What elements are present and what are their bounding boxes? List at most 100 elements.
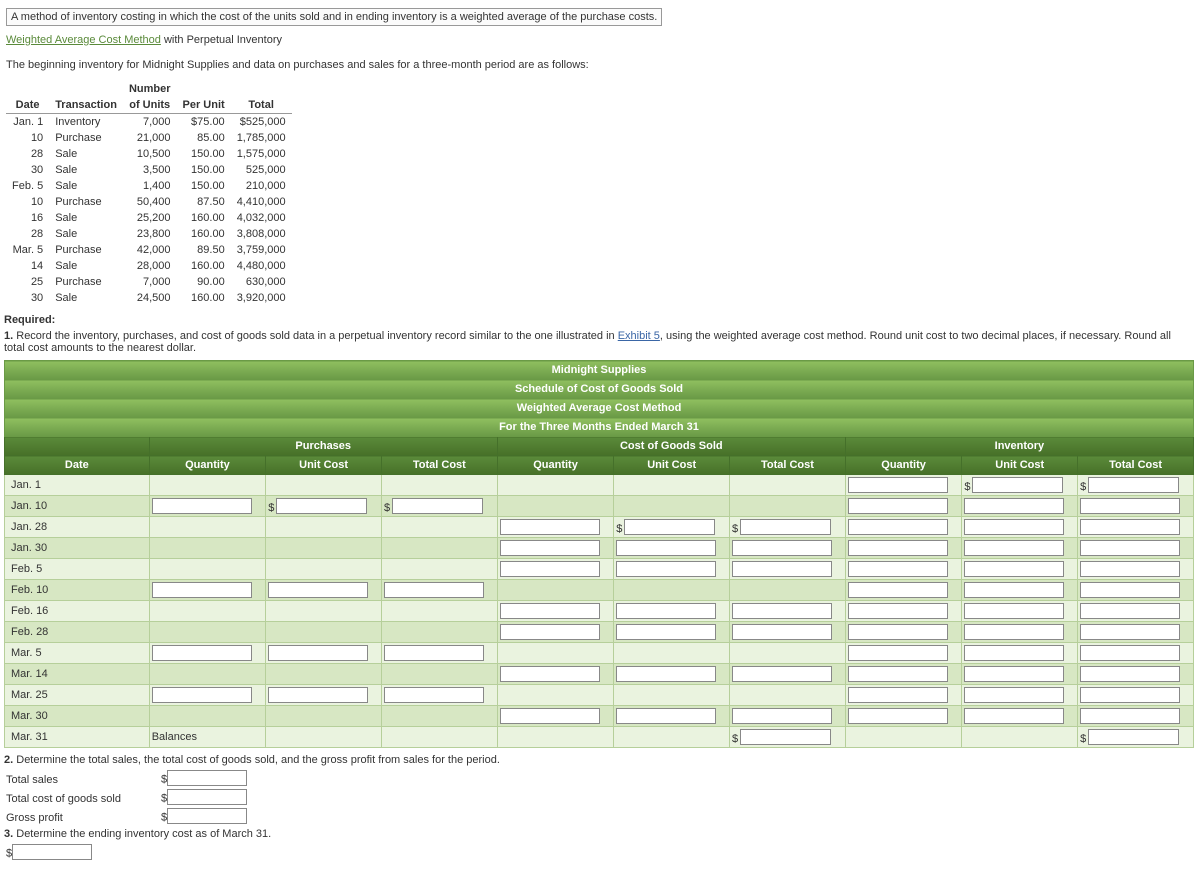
dt-date: Mar. 5 bbox=[6, 242, 49, 258]
sched-input[interactable] bbox=[1088, 729, 1179, 745]
sched-input[interactable] bbox=[848, 624, 948, 640]
sched-input[interactable] bbox=[616, 561, 716, 577]
weighted-avg-link[interactable]: Weighted Average Cost Method bbox=[6, 34, 161, 46]
sched-input[interactable] bbox=[848, 603, 948, 619]
sched-input[interactable] bbox=[1080, 603, 1180, 619]
sched-input[interactable] bbox=[848, 540, 948, 556]
sched-input[interactable] bbox=[964, 687, 1064, 703]
sched-input[interactable] bbox=[972, 477, 1063, 493]
dt-units: 28,000 bbox=[123, 258, 177, 274]
sched-input[interactable] bbox=[848, 519, 948, 535]
sched-cell: $ bbox=[962, 475, 1078, 496]
sched-input[interactable] bbox=[964, 561, 1064, 577]
sched-input[interactable] bbox=[964, 540, 1064, 556]
sched-input[interactable] bbox=[732, 708, 832, 724]
sched-input[interactable] bbox=[964, 519, 1064, 535]
sched-input[interactable] bbox=[268, 582, 368, 598]
sched-input[interactable] bbox=[500, 708, 600, 724]
total-sales-input[interactable] bbox=[167, 770, 247, 786]
dt-total: 1,785,000 bbox=[231, 130, 292, 146]
sched-input[interactable] bbox=[740, 519, 831, 535]
sched-input[interactable] bbox=[500, 603, 600, 619]
dt-trans: Purchase bbox=[49, 194, 123, 210]
sched-input[interactable] bbox=[1080, 687, 1180, 703]
sched-input[interactable] bbox=[152, 645, 252, 661]
ending-inventory-input[interactable] bbox=[12, 844, 92, 860]
sched-input[interactable] bbox=[1088, 477, 1179, 493]
sched-input[interactable] bbox=[1080, 645, 1180, 661]
sched-input[interactable] bbox=[384, 645, 484, 661]
sched-input[interactable] bbox=[848, 477, 948, 493]
sched-input[interactable] bbox=[1080, 540, 1180, 556]
sched-input[interactable] bbox=[500, 519, 600, 535]
sched-input[interactable] bbox=[964, 582, 1064, 598]
sched-input[interactable] bbox=[1080, 624, 1180, 640]
dollar-icon: $ bbox=[732, 523, 740, 535]
dt-trans: Inventory bbox=[49, 114, 123, 131]
sched-input[interactable] bbox=[848, 687, 948, 703]
sched-input[interactable] bbox=[616, 624, 716, 640]
sched-cell bbox=[962, 496, 1078, 517]
sched-input[interactable] bbox=[500, 540, 600, 556]
sched-input[interactable] bbox=[848, 498, 948, 514]
sched-cell: Balances bbox=[149, 727, 266, 748]
sched-input[interactable] bbox=[152, 582, 252, 598]
sched-input[interactable] bbox=[964, 603, 1064, 619]
sched-cell bbox=[1078, 580, 1194, 601]
sched-input[interactable] bbox=[500, 666, 600, 682]
sched-input[interactable] bbox=[616, 540, 716, 556]
q3-text: Determine the ending inventory cost as o… bbox=[13, 828, 271, 840]
sched-input[interactable] bbox=[384, 687, 484, 703]
sched-input[interactable] bbox=[152, 687, 252, 703]
sched-input[interactable] bbox=[500, 624, 600, 640]
dt-trans: Sale bbox=[49, 146, 123, 162]
sched-input[interactable] bbox=[616, 708, 716, 724]
sched-cell bbox=[614, 727, 730, 748]
sched-input[interactable] bbox=[152, 498, 252, 514]
sched-input[interactable] bbox=[848, 561, 948, 577]
sched-input[interactable] bbox=[268, 645, 368, 661]
sched-cell bbox=[845, 706, 962, 727]
sched-input[interactable] bbox=[964, 624, 1064, 640]
sched-input[interactable] bbox=[1080, 561, 1180, 577]
q2-text: Determine the total sales, the total cos… bbox=[13, 754, 500, 766]
sched-input[interactable] bbox=[740, 729, 831, 745]
sched-input[interactable] bbox=[848, 645, 948, 661]
sched-input[interactable] bbox=[276, 498, 367, 514]
sched-cell bbox=[962, 706, 1078, 727]
sched-input[interactable] bbox=[732, 561, 832, 577]
exhibit-link[interactable]: Exhibit 5 bbox=[618, 330, 660, 342]
sched-input[interactable] bbox=[1080, 582, 1180, 598]
sched-cell bbox=[614, 622, 730, 643]
sched-cell bbox=[614, 601, 730, 622]
sched-input[interactable] bbox=[964, 708, 1064, 724]
sched-input[interactable] bbox=[616, 603, 716, 619]
sched-input[interactable] bbox=[624, 519, 715, 535]
total-cogs-input[interactable] bbox=[167, 789, 247, 805]
sched-date: Jan. 30 bbox=[5, 538, 150, 559]
sched-input[interactable] bbox=[616, 666, 716, 682]
sched-input[interactable] bbox=[848, 582, 948, 598]
sched-input[interactable] bbox=[848, 708, 948, 724]
sched-input[interactable] bbox=[964, 666, 1064, 682]
sched-input[interactable] bbox=[500, 561, 600, 577]
sched-input[interactable] bbox=[732, 666, 832, 682]
sched-input[interactable] bbox=[964, 498, 1064, 514]
sched-input[interactable] bbox=[732, 624, 832, 640]
sched-input[interactable] bbox=[384, 582, 484, 598]
sched-input[interactable] bbox=[1080, 708, 1180, 724]
sched-input[interactable] bbox=[732, 540, 832, 556]
sched-input[interactable] bbox=[268, 687, 368, 703]
sched-input[interactable] bbox=[1080, 498, 1180, 514]
col-num1: Number bbox=[123, 81, 177, 97]
sched-input[interactable] bbox=[964, 645, 1064, 661]
sched-input[interactable] bbox=[1080, 666, 1180, 682]
sched-input[interactable] bbox=[732, 603, 832, 619]
sched-input[interactable] bbox=[1080, 519, 1180, 535]
sched-cell bbox=[149, 559, 266, 580]
gross-profit-input[interactable] bbox=[167, 808, 247, 824]
intro-text: The beginning inventory for Midnight Sup… bbox=[6, 57, 1188, 74]
sched-input[interactable] bbox=[392, 498, 483, 514]
dt-date: 16 bbox=[6, 210, 49, 226]
sched-input[interactable] bbox=[848, 666, 948, 682]
